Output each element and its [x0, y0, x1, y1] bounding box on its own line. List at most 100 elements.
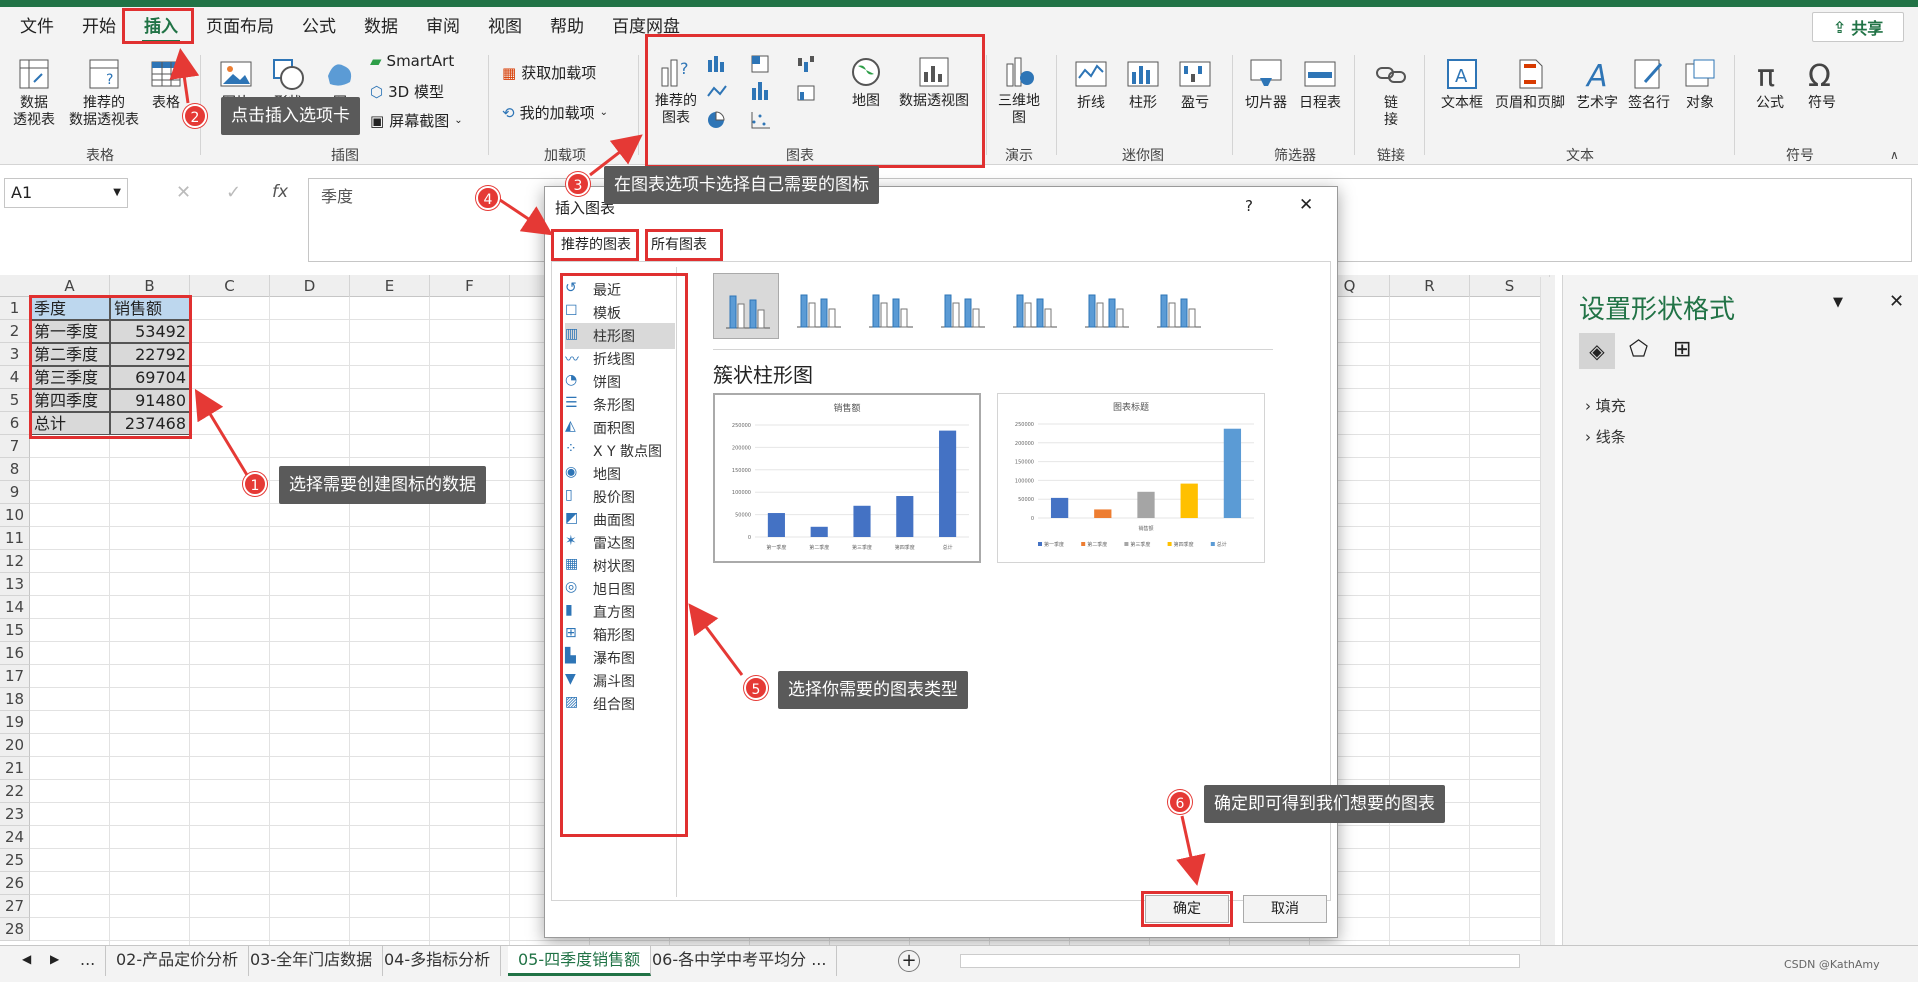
chart-preview-2[interactable]: 图表标题 250000 200000 150000 100000 50000 0 销售额 第一季…: [997, 393, 1265, 563]
menu-page-layout[interactable]: 页面布局: [192, 7, 288, 47]
sheet-tab[interactable]: ...: [70, 946, 107, 976]
sheet-tab[interactable]: 03-全年门店数据: [240, 946, 384, 976]
chart-preview-1[interactable]: 销售额 250000 200000 150000 100000 50000 0 第一季度 第二季…: [713, 393, 981, 563]
fill-line-icon[interactable]: ◈: [1579, 333, 1615, 369]
effects-icon[interactable]: ⬠: [1629, 337, 1648, 362]
column-header-R[interactable]: R: [1390, 275, 1470, 297]
recommended-pivot-button[interactable]: ? 推荐的 数据透视表: [68, 56, 140, 129]
row-header-18[interactable]: 18: [0, 688, 30, 711]
confirm-entry-icon[interactable]: ✓: [226, 182, 241, 203]
column-header-D[interactable]: D: [270, 275, 350, 297]
row-header-15[interactable]: 15: [0, 619, 30, 642]
collapse-ribbon-icon[interactable]: ∧: [1890, 148, 1899, 162]
slicer-button[interactable]: 切片器: [1240, 56, 1292, 112]
sparkline-column-button[interactable]: 柱形: [1120, 56, 1166, 112]
symbol-button[interactable]: Ω 符号: [1800, 56, 1844, 112]
object-button[interactable]: 对象: [1678, 56, 1722, 112]
cancel-entry-icon[interactable]: ✕: [176, 182, 191, 203]
row-header-16[interactable]: 16: [0, 642, 30, 665]
chart-subtype-button[interactable]: [1073, 273, 1139, 339]
horizontal-scrollbar[interactable]: [960, 954, 1520, 968]
row-header-3[interactable]: 3: [0, 343, 30, 366]
equation-button[interactable]: π 公式: [1748, 56, 1792, 112]
row-header-10[interactable]: 10: [0, 504, 30, 527]
chart-subtype-button[interactable]: [785, 273, 851, 339]
table-button[interactable]: 表格: [144, 56, 188, 112]
share-button[interactable]: ⇪ 共享: [1812, 12, 1904, 42]
signature-line-button[interactable]: 签名行: [1622, 56, 1676, 112]
header-footer-button[interactable]: 页眉和页脚: [1490, 56, 1570, 112]
sheet-tab[interactable]: 05-四季度销售额: [508, 946, 652, 976]
row-header-5[interactable]: 5: [0, 389, 30, 412]
add-sheet-icon[interactable]: +: [898, 950, 920, 972]
3d-model-button[interactable]: ⬡ 3D 模型: [370, 81, 444, 102]
row-header-28[interactable]: 28: [0, 918, 30, 941]
menu-view[interactable]: 视图: [474, 7, 536, 47]
column-header-C[interactable]: C: [190, 275, 270, 297]
pivot-table-button[interactable]: 数据 透视表: [8, 56, 60, 129]
line-section[interactable]: › 线条: [1585, 426, 1626, 447]
row-header-20[interactable]: 20: [0, 734, 30, 757]
timeline-button[interactable]: 日程表: [1294, 56, 1346, 112]
chart-subtype-button[interactable]: [929, 273, 995, 339]
row-header-21[interactable]: 21: [0, 757, 30, 780]
menu-review[interactable]: 审阅: [412, 7, 474, 47]
textbox-button[interactable]: A 文本框: [1432, 56, 1492, 112]
menu-help[interactable]: 帮助: [536, 7, 598, 47]
column-header-A[interactable]: A: [30, 275, 110, 297]
column-header-F[interactable]: F: [430, 275, 510, 297]
close-icon[interactable]: ✕: [1299, 195, 1313, 215]
row-header-11[interactable]: 11: [0, 527, 30, 550]
vertical-scrollbar[interactable]: [1540, 277, 1555, 945]
3d-map-button[interactable]: 三维地 图: [994, 54, 1044, 127]
row-header-7[interactable]: 7: [0, 435, 30, 458]
row-header-12[interactable]: 12: [0, 550, 30, 573]
row-header-17[interactable]: 17: [0, 665, 30, 688]
screenshot-button[interactable]: ▣ 屏幕截图 ⌄: [370, 110, 463, 131]
row-header-26[interactable]: 26: [0, 872, 30, 895]
size-properties-icon[interactable]: ⊞: [1673, 337, 1691, 362]
sparkline-winloss-button[interactable]: 盈亏: [1172, 56, 1218, 112]
close-icon[interactable]: ✕: [1889, 291, 1904, 312]
row-header-27[interactable]: 27: [0, 895, 30, 918]
row-header-4[interactable]: 4: [0, 366, 30, 389]
link-button[interactable]: 链 接: [1368, 56, 1414, 129]
column-header-E[interactable]: E: [350, 275, 430, 297]
sparkline-line-button[interactable]: 折线: [1068, 56, 1114, 112]
row-header-8[interactable]: 8: [0, 458, 30, 481]
chevron-down-icon[interactable]: ▼: [1833, 295, 1843, 310]
my-addins-button[interactable]: ⟲ 我的加载项 ⌄: [502, 102, 608, 123]
help-icon[interactable]: ?: [1245, 197, 1253, 215]
menu-home[interactable]: 开始: [68, 7, 130, 47]
menu-formulas[interactable]: 公式: [288, 7, 350, 47]
row-header-19[interactable]: 19: [0, 711, 30, 734]
name-box[interactable]: A1 ▼: [4, 178, 128, 208]
row-header-24[interactable]: 24: [0, 826, 30, 849]
scroll-right-icon[interactable]: ▶: [50, 952, 59, 966]
row-header-1[interactable]: 1: [0, 297, 30, 320]
row-header-23[interactable]: 23: [0, 803, 30, 826]
get-addins-button[interactable]: ▦ 获取加载项: [502, 62, 596, 83]
sheet-tab[interactable]: 02-产品定价分析: [106, 946, 250, 976]
row-header-22[interactable]: 22: [0, 780, 30, 803]
chart-subtype-button[interactable]: [1001, 273, 1067, 339]
row-header-6[interactable]: 6: [0, 412, 30, 435]
column-header-B[interactable]: B: [110, 275, 190, 297]
fill-section[interactable]: › 填充: [1585, 395, 1626, 416]
row-header-25[interactable]: 25: [0, 849, 30, 872]
smartart-button[interactable]: ▰ SmartArt: [370, 52, 454, 70]
column-header-S[interactable]: S: [1470, 275, 1550, 297]
row-header-2[interactable]: 2: [0, 320, 30, 343]
chart-subtype-button[interactable]: [857, 273, 923, 339]
sheet-tab[interactable]: 04-多指标分析: [374, 946, 502, 976]
cancel-button[interactable]: 取消: [1243, 895, 1327, 923]
chart-subtype-button[interactable]: [1145, 273, 1211, 339]
menu-file[interactable]: 文件: [6, 7, 68, 47]
row-header-9[interactable]: 9: [0, 481, 30, 504]
chart-subtype-button[interactable]: [713, 273, 779, 339]
menu-data[interactable]: 数据: [350, 7, 412, 47]
row-header-14[interactable]: 14: [0, 596, 30, 619]
sheet-tab[interactable]: 06-各中学中考平均分 ...: [642, 946, 838, 976]
insert-function-icon[interactable]: fx: [272, 182, 288, 202]
wordart-button[interactable]: A 艺术字: [1572, 56, 1622, 112]
